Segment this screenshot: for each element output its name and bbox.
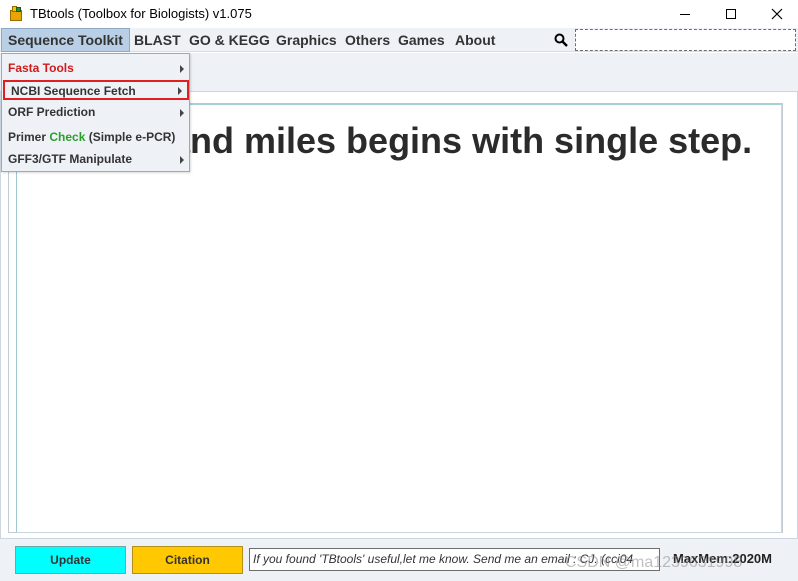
menu-item-label: ORF Prediction bbox=[8, 105, 96, 119]
watermark: CSDN @ma1239631998 bbox=[565, 554, 743, 571]
menu-blast[interactable]: BLAST bbox=[128, 28, 187, 52]
citation-button[interactable]: Citation bbox=[132, 546, 243, 574]
tbtools-logo-icon bbox=[9, 6, 23, 22]
maximize-button[interactable] bbox=[708, 0, 754, 28]
menu-item-label-suffix: (Simple e-PCR) bbox=[85, 130, 176, 144]
menu-item-label: NCBI Sequence Fetch bbox=[11, 84, 136, 98]
submenu-arrow-icon bbox=[180, 156, 184, 164]
close-button[interactable] bbox=[754, 0, 798, 28]
menu-item-gff3-gtf-manipulate[interactable]: GFF3/GTF Manipulate bbox=[2, 148, 189, 170]
menu-go-kegg[interactable]: GO & KEGG bbox=[183, 28, 276, 52]
window-title: TBtools (Toolbox for Biologists) v1.075 bbox=[30, 6, 252, 21]
minimize-button[interactable] bbox=[662, 0, 708, 28]
menu-item-ncbi-sequence-fetch[interactable]: NCBI Sequence Fetch bbox=[3, 80, 189, 100]
minimize-icon bbox=[680, 13, 690, 15]
maximize-icon bbox=[726, 9, 736, 19]
menu-about[interactable]: About bbox=[449, 28, 501, 52]
menu-item-label-check: Check bbox=[49, 130, 86, 144]
menu-sequence-toolkit[interactable]: Sequence Toolkit bbox=[1, 28, 130, 52]
submenu-arrow-icon bbox=[178, 87, 182, 95]
update-button[interactable]: Update bbox=[15, 546, 126, 574]
menu-item-primer-check[interactable]: Primer Check (Simple e-PCR) bbox=[2, 126, 189, 148]
submenu-arrow-icon bbox=[180, 65, 184, 73]
title-bar: TBtools (Toolbox for Biologists) v1.075 bbox=[0, 0, 798, 30]
menu-item-fasta-tools[interactable]: Fasta Tools bbox=[2, 57, 189, 79]
menu-games[interactable]: Games bbox=[392, 28, 451, 52]
menu-graphics[interactable]: Graphics bbox=[270, 28, 343, 52]
close-icon bbox=[771, 8, 783, 20]
search-input[interactable] bbox=[575, 29, 796, 51]
search-icon[interactable] bbox=[554, 33, 568, 47]
submenu-arrow-icon bbox=[180, 109, 184, 117]
menu-item-label: Fasta Tools bbox=[8, 61, 74, 75]
menu-item-orf-prediction[interactable]: ORF Prediction bbox=[2, 101, 189, 123]
menu-item-label: GFF3/GTF Manipulate bbox=[8, 152, 133, 166]
sequence-toolkit-dropdown: Fasta Tools NCBI Sequence Fetch ORF Pred… bbox=[1, 53, 190, 172]
menu-others[interactable]: Others bbox=[339, 28, 396, 52]
menu-item-label-prefix: Primer bbox=[8, 130, 50, 144]
